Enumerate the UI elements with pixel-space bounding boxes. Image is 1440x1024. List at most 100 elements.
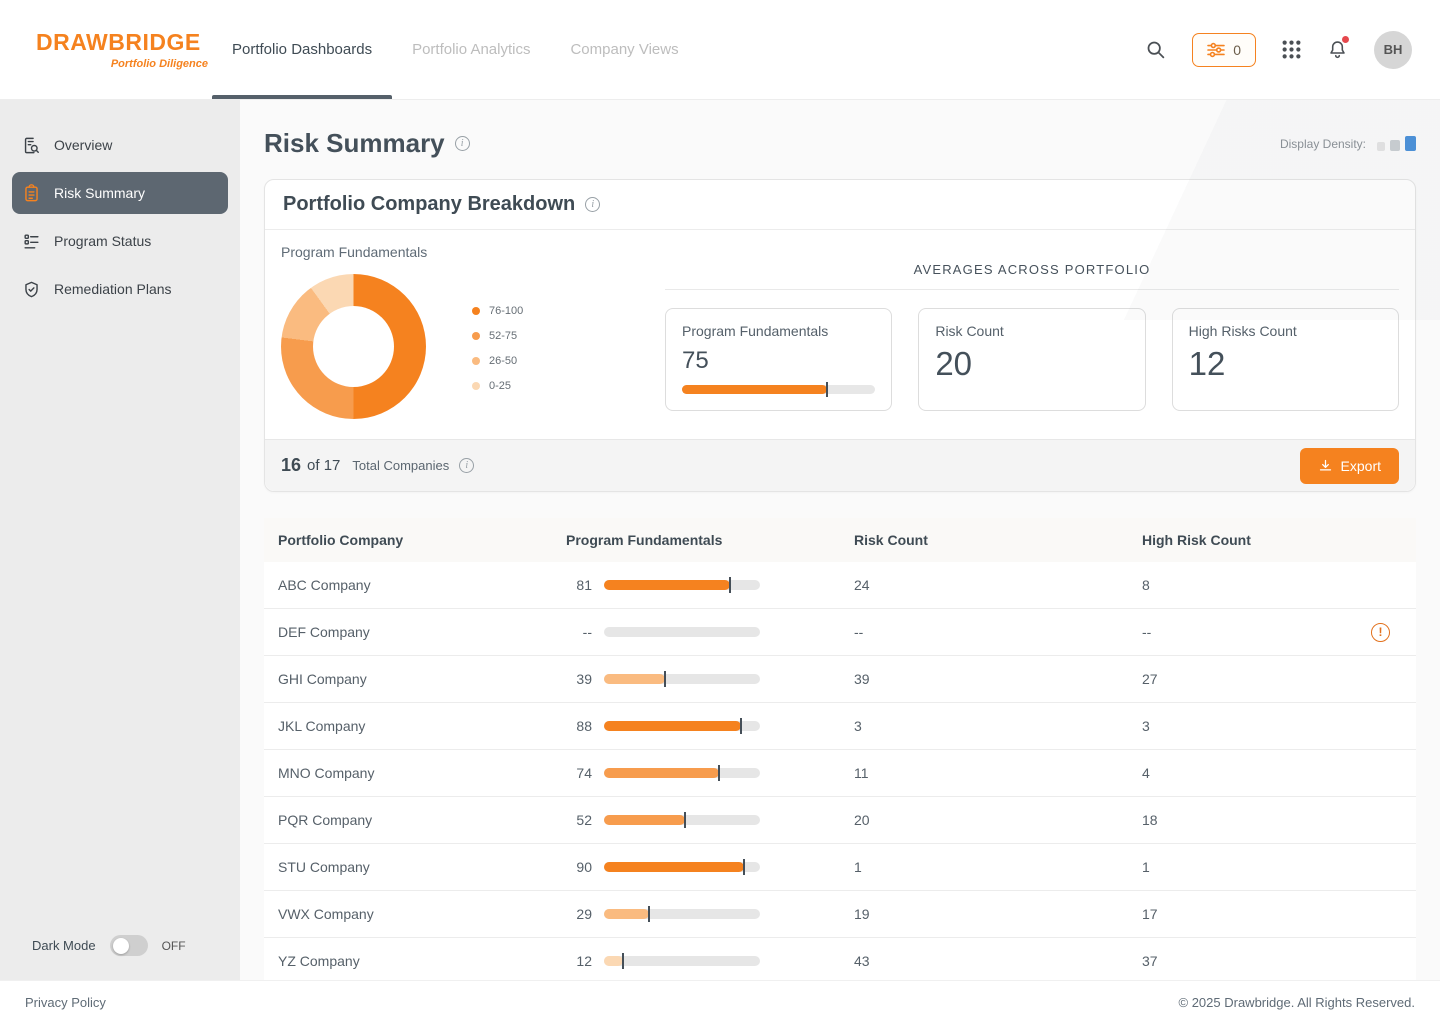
company-name: STU Company [278, 859, 566, 875]
sidebar-item-label: Remediation Plans [54, 281, 172, 297]
sidebar: Overview Risk Summary Program Status Rem… [0, 100, 240, 980]
stat-cards-row: Program Fundamentals 75 Risk Count 20 [665, 308, 1399, 411]
app-root: DRAWBRIDGE Portfolio Diligence Portfolio… [0, 0, 1440, 1024]
high-risk-count-value: 8 [1142, 577, 1150, 593]
table-row[interactable]: MNO Company74114 [264, 750, 1416, 797]
high-risk-count-cell: -- [1142, 623, 1402, 642]
company-name: PQR Company [278, 812, 566, 828]
score-bar-fill [604, 580, 730, 590]
donut-legend: 76-10052-7526-500-25 [472, 305, 523, 392]
donut-wrap: 76-10052-7526-500-25 [281, 274, 649, 419]
card-footer: 16 of 17 Total Companies Export [265, 439, 1415, 491]
table-row[interactable]: GHI Company393927 [264, 656, 1416, 703]
high-risk-count-value: 17 [1142, 906, 1158, 922]
risk-count-value: 39 [854, 671, 1142, 687]
warning-icon[interactable] [1371, 623, 1390, 642]
table-row[interactable]: YZ Company124337 [264, 938, 1416, 980]
drawbridge-logo[interactable]: DRAWBRIDGE Portfolio Diligence [0, 29, 212, 70]
shield-check-icon [22, 280, 41, 299]
stat-card-program-fundamentals: Program Fundamentals 75 [665, 308, 892, 411]
card-title: Portfolio Company Breakdown [283, 193, 575, 216]
high-risk-count-value: 27 [1142, 671, 1158, 687]
dark-mode-toggle[interactable] [110, 935, 148, 956]
avatar[interactable]: BH [1374, 31, 1412, 69]
display-density-control: Display Density: [1280, 136, 1416, 151]
chart-column: Program Fundamentals 76-10052-7526-500-2… [281, 244, 649, 419]
info-icon[interactable] [585, 197, 600, 212]
density-option-medium[interactable] [1390, 140, 1400, 151]
notifications-bell-icon[interactable] [1327, 39, 1348, 60]
score-bar-track [604, 768, 760, 778]
apps-grid-icon[interactable] [1282, 40, 1301, 59]
sliders-icon [1207, 42, 1225, 58]
company-name: GHI Company [278, 671, 566, 687]
score-bar-fill [604, 956, 623, 966]
chart-label: Program Fundamentals [281, 244, 649, 260]
export-label: Export [1341, 458, 1381, 474]
overview-icon [22, 136, 41, 155]
header-actions: 0 BH [1145, 31, 1440, 69]
program-fundamentals-value: 90 [566, 859, 592, 875]
export-button[interactable]: Export [1300, 448, 1399, 484]
col-high-risk-count: High Risk Count [1142, 532, 1402, 548]
company-name: DEF Company [278, 624, 566, 640]
program-fundamentals-value: 29 [566, 906, 592, 922]
nav-company-views[interactable]: Company Views [550, 0, 698, 99]
program-fundamentals-cell: 39 [566, 671, 854, 687]
info-icon[interactable] [459, 458, 474, 473]
page-title: Risk Summary [264, 128, 445, 159]
table-row[interactable]: PQR Company522018 [264, 797, 1416, 844]
score-bar-marker [740, 718, 742, 734]
high-risk-count-cell: 1 [1142, 859, 1402, 875]
score-bar-marker [743, 859, 745, 875]
score-bar-marker [664, 671, 666, 687]
legend-item: 76-100 [472, 305, 523, 317]
program-fundamentals-value: 81 [566, 577, 592, 593]
score-bar-fill [604, 862, 744, 872]
table-row[interactable]: VWX Company291917 [264, 891, 1416, 938]
legend-dot [472, 307, 480, 315]
program-fundamentals-cell: 81 [566, 577, 854, 593]
table-row[interactable]: JKL Company8833 [264, 703, 1416, 750]
company-name: VWX Company [278, 906, 566, 922]
sidebar-item-program-status[interactable]: Program Status [12, 220, 228, 262]
legend-dot [472, 332, 480, 340]
info-icon[interactable] [455, 136, 470, 151]
notification-dot [1342, 36, 1349, 43]
nav-portfolio-dashboards[interactable]: Portfolio Dashboards [212, 0, 392, 99]
donut-chart[interactable] [281, 274, 426, 419]
risk-count-value: 1 [854, 859, 1142, 875]
table-row[interactable]: STU Company90 11 [264, 844, 1416, 891]
sidebar-item-remediation-plans[interactable]: Remediation Plans [12, 268, 228, 310]
logo-title: DRAWBRIDGE [36, 29, 212, 56]
total-companies-label: Total Companies [352, 458, 449, 473]
density-option-comfortable[interactable] [1405, 136, 1416, 151]
page-footer: Privacy Policy © 2025 Drawbridge. All Ri… [0, 980, 1440, 1024]
high-risk-count-cell: 8 [1142, 577, 1402, 593]
density-option-compact[interactable] [1377, 142, 1385, 151]
stat-value: 12 [1189, 345, 1382, 383]
filter-count: 0 [1233, 42, 1241, 58]
stat-value: 20 [935, 345, 1128, 383]
search-icon[interactable] [1145, 39, 1166, 60]
score-bar-marker [729, 577, 731, 593]
stat-label: Risk Count [935, 323, 1128, 339]
clipboard-icon [22, 184, 41, 203]
high-risk-count-cell: 27 [1142, 671, 1402, 687]
top-nav: Portfolio Dashboards Portfolio Analytics… [212, 0, 699, 99]
privacy-policy-link[interactable]: Privacy Policy [25, 995, 106, 1010]
program-fundamentals-cell: -- [566, 624, 854, 640]
legend-label: 52-75 [489, 330, 517, 342]
legend-label: 76-100 [489, 305, 523, 317]
table-row[interactable]: ABC Company81248 [264, 562, 1416, 609]
sidebar-item-overview[interactable]: Overview [12, 124, 228, 166]
nav-portfolio-analytics[interactable]: Portfolio Analytics [392, 0, 550, 99]
table-row[interactable]: DEF Company------ [264, 609, 1416, 656]
risk-count-value: 20 [854, 812, 1142, 828]
filter-button[interactable]: 0 [1192, 33, 1256, 67]
dark-mode-state: OFF [162, 939, 186, 953]
company-name: ABC Company [278, 577, 566, 593]
score-bar-marker [648, 906, 650, 922]
sidebar-item-risk-summary[interactable]: Risk Summary [12, 172, 228, 214]
display-density-label: Display Density: [1280, 137, 1366, 151]
